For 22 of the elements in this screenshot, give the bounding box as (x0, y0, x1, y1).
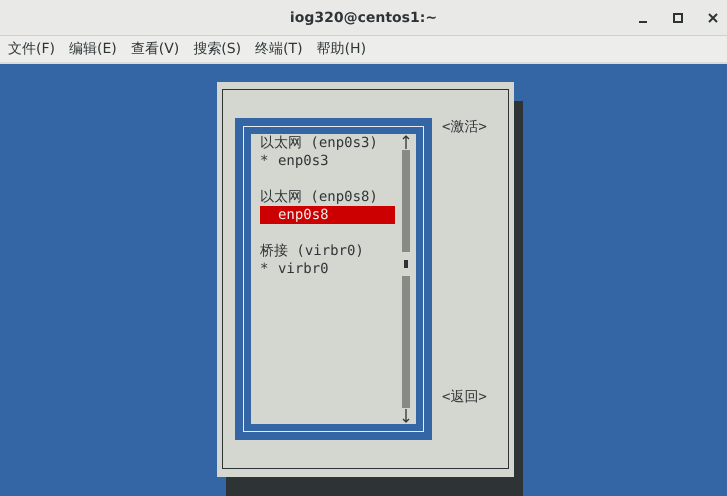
scrollbar-track[interactable] (402, 150, 410, 252)
menu-item[interactable]: 编辑(E) (66, 40, 119, 58)
connection-type-label: 以太网 (enp0s3) (260, 134, 379, 152)
scrollbar-track[interactable] (402, 276, 410, 408)
up-arrow-icon[interactable] (402, 134, 410, 150)
close-icon[interactable] (707, 12, 719, 24)
connection-type-label: 桥接 (virbr0) (260, 242, 365, 260)
menu-item[interactable]: 查看(V) (128, 40, 182, 58)
dialog-button[interactable]: <返回> (442, 388, 487, 406)
window-title: iog320@centos1:~ (290, 10, 438, 26)
maximize-icon[interactable] (672, 12, 684, 24)
connection-item[interactable]: * enp0s3 (260, 152, 395, 170)
menu-item[interactable]: 终端(T) (253, 40, 305, 58)
menu-item[interactable]: 文件(F) (6, 40, 57, 58)
connection-type-label: 以太网 (enp0s8) (260, 188, 379, 206)
menu-item[interactable]: 帮助(H) (314, 40, 368, 58)
menu-item[interactable]: 搜索(S) (191, 40, 244, 58)
down-arrow-icon[interactable] (402, 408, 410, 424)
scrollbar-thumb[interactable] (404, 260, 408, 268)
connection-item[interactable]: * virbr0 (260, 260, 395, 278)
connection-item[interactable]: enp0s8 (260, 206, 395, 224)
dialog-button[interactable]: <激活> (442, 118, 487, 136)
